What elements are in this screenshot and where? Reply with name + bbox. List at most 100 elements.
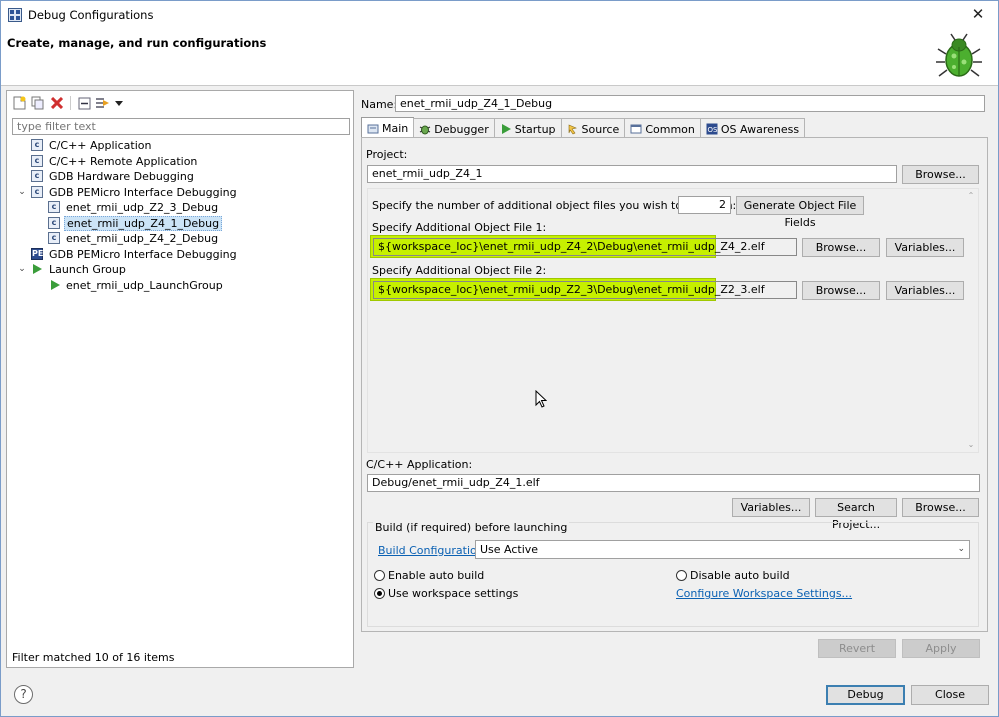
tree-item-label: C/C++ Application (49, 139, 152, 152)
tab-label: Source (581, 122, 620, 136)
tree-item-label: C/C++ Remote Application (49, 154, 198, 168)
collapse-all-icon[interactable] (76, 95, 92, 111)
app-browse-button[interactable]: Browse... (902, 498, 979, 517)
tab-label: Common (645, 122, 695, 136)
left-toolbar (11, 94, 124, 112)
radio-label: Use workspace settings (388, 587, 519, 600)
chevron-down-icon[interactable]: ⌄ (17, 185, 27, 200)
search-project-button[interactable]: Search Project... (815, 498, 897, 531)
c-config-icon: c (31, 170, 43, 182)
dropdown-arrow-icon[interactable] (114, 95, 124, 111)
configure-workspace-settings-link[interactable]: Configure Workspace Settings... (676, 587, 852, 600)
file2-input[interactable]: ${workspace_loc}\enet_rmii_udp_Z2_3\Debu… (373, 281, 797, 299)
tree-item-cpp-remote-application[interactable]: c C/C++ Remote Application (15, 154, 345, 170)
c-config-icon: c (48, 232, 60, 244)
file2-label: Specify Additional Object File 2: (372, 264, 547, 277)
use-workspace-settings-radio[interactable]: Use workspace settings (374, 587, 518, 600)
tree-item-gdb-hardware-debugging[interactable]: c GDB Hardware Debugging (15, 169, 345, 185)
file2-variables-button[interactable]: Variables... (886, 281, 964, 300)
object-files-scrollbar[interactable]: ⌃ ⌄ (964, 189, 978, 452)
tree-item-cpp-application[interactable]: c C/C++ Application (15, 138, 345, 154)
build-group-title: Build (if required) before launching (373, 521, 570, 534)
build-configuration-select[interactable]: Use Active ⌄ (475, 540, 970, 559)
c-config-icon: c (48, 216, 60, 229)
build-configuration-link[interactable]: Build Configuration: (378, 544, 487, 557)
bug-icon (936, 33, 982, 77)
tab-label: Main (382, 122, 409, 135)
radio-label: Enable auto build (388, 569, 485, 582)
startup-tab-icon (500, 123, 512, 135)
scroll-down-icon[interactable]: ⌄ (964, 438, 978, 452)
tree-item-launch-group[interactable]: ⌄ Launch Group (15, 262, 345, 278)
tree-item-label: GDB PEMicro Interface Debugging (49, 185, 237, 199)
build-configuration-value: Use Active (480, 543, 539, 556)
tree-item-z4-2-debug[interactable]: c enet_rmii_udp_Z4_2_Debug (15, 231, 345, 247)
tree-item-gdb-pemicro-interface[interactable]: PE GDB PEMicro Interface Debugging (15, 247, 345, 263)
apply-button[interactable]: Apply (902, 639, 980, 658)
project-input[interactable]: enet_rmii_udp_Z4_1 (367, 165, 897, 183)
name-label: Name: (361, 98, 398, 111)
c-config-icon: c (31, 154, 43, 167)
tab-source[interactable]: Source (560, 118, 626, 137)
new-config-icon[interactable] (11, 95, 27, 111)
tab-label: Startup (514, 122, 556, 136)
tab-debugger[interactable]: Debugger (413, 118, 495, 137)
filter-input[interactable] (12, 118, 350, 135)
tree-item-z2-3-debug[interactable]: c enet_rmii_udp_Z2_3_Debug (15, 200, 345, 216)
scroll-up-icon[interactable]: ⌃ (964, 189, 978, 203)
app-variables-button[interactable]: Variables... (732, 498, 810, 517)
filter-status: Filter matched 10 of 16 items (12, 651, 175, 664)
tab-main[interactable]: Main (361, 117, 415, 137)
configuration-list-panel: c C/C++ Application c C/C++ Remote Appli… (6, 90, 354, 668)
generate-object-fields-button[interactable]: Generate Object File Fields (736, 196, 864, 229)
tree-item-z4-1-debug[interactable]: c enet_rmii_udp_Z4_1_Debug (15, 215, 345, 232)
dialog-header: Create, manage, and run configurations (1, 30, 998, 86)
tree-item-label: Launch Group (49, 263, 126, 276)
c-config-icon: c (31, 185, 43, 198)
radio-icon (374, 570, 385, 581)
tab-common[interactable]: Common (624, 118, 701, 137)
main-tab-content: Project: enet_rmii_udp_Z4_1 Browse... Sp… (361, 137, 988, 632)
tree-item-label: enet_rmii_udp_Z4_1_Debug (64, 215, 223, 231)
tree-item-label: enet_rmii_udp_LaunchGroup (66, 278, 223, 292)
filter-icon[interactable] (95, 95, 111, 111)
tree-item-label: enet_rmii_udp_Z4_2_Debug (66, 232, 219, 245)
file1-browse-button[interactable]: Browse... (802, 238, 880, 257)
name-input[interactable]: enet_rmii_udp_Z4_1_Debug (395, 95, 985, 112)
num-files-input[interactable]: 2 (678, 196, 731, 214)
debugger-tab-icon (419, 123, 431, 135)
tab-label: Debugger (434, 122, 489, 136)
app-input[interactable]: Debug/enet_rmii_udp_Z4_1.elf (367, 474, 980, 492)
radio-selected-icon (374, 588, 385, 599)
config-tabs: Main Debugger Startup Source Common OS O… (361, 117, 806, 137)
c-config-icon: c (48, 201, 60, 213)
close-window-button[interactable]: ✕ (964, 3, 992, 25)
toolbar-separator (70, 96, 71, 110)
tree-item-gdb-pemicro-group[interactable]: ⌄ c GDB PEMicro Interface Debugging (15, 185, 345, 201)
file1-variables-button[interactable]: Variables... (886, 238, 964, 257)
file2-browse-button[interactable]: Browse... (802, 281, 880, 300)
tab-os-awareness[interactable]: OS OS Awareness (699, 118, 806, 137)
configuration-tree: c C/C++ Application c C/C++ Remote Appli… (15, 138, 345, 293)
close-button[interactable]: Close (911, 685, 989, 705)
debug-button[interactable]: Debug (826, 685, 905, 705)
tree-item-launchgroup-config[interactable]: enet_rmii_udp_LaunchGroup (15, 278, 345, 294)
mouse-cursor-icon (535, 390, 547, 408)
delete-icon[interactable] (49, 95, 65, 111)
help-icon[interactable]: ? (14, 685, 33, 704)
window-title: Debug Configurations (28, 8, 154, 22)
tab-startup[interactable]: Startup (493, 118, 562, 137)
radio-icon (676, 570, 687, 581)
disable-auto-build-radio[interactable]: Disable auto build (676, 569, 790, 582)
source-tab-icon (567, 123, 579, 135)
debug-configurations-dialog: Debug Configurations ✕ Create, manage, a… (0, 0, 999, 717)
os-tab-icon: OS (706, 123, 718, 135)
file1-input[interactable]: ${workspace_loc}\enet_rmii_udp_Z4_2\Debu… (373, 238, 797, 256)
chevron-down-icon[interactable]: ⌄ (17, 262, 27, 277)
enable-auto-build-radio[interactable]: Enable auto build (374, 569, 484, 582)
project-label: Project: (366, 148, 408, 161)
duplicate-icon[interactable] (30, 95, 46, 111)
project-browse-button[interactable]: Browse... (902, 165, 979, 184)
object-files-area: Specify the number of additional object … (367, 188, 979, 453)
revert-button[interactable]: Revert (818, 639, 896, 658)
